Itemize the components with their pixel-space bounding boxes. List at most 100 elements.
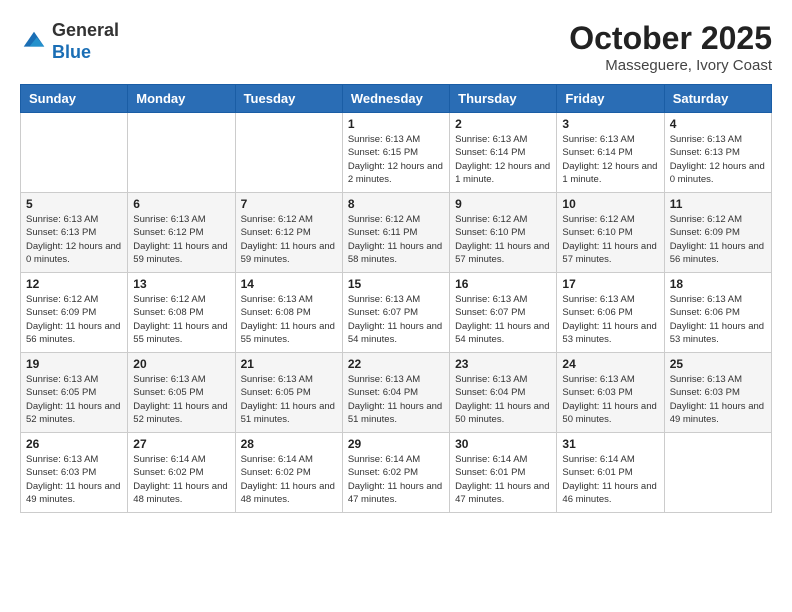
calendar-cell: 25Sunrise: 6:13 AM Sunset: 6:03 PM Dayli… [664, 353, 771, 433]
day-number: 31 [562, 437, 658, 451]
day-info: Sunrise: 6:13 AM Sunset: 6:08 PM Dayligh… [241, 293, 337, 346]
calendar-cell: 16 Sunrise: 6:13 AM Sunset: 6:07 PM Dayli… [450, 273, 557, 353]
day-info: Sunrise: 6:12 AM Sunset: 6:08 PM Dayligh… [133, 293, 229, 346]
day-info: Sunrise: 6:13 AM Sunset: 6:05 PM Dayligh… [26, 373, 122, 426]
day-info: Sunrise: 6:13 AM Sunset: 6:04 PM Dayligh… [455, 373, 551, 426]
calendar-cell: 7 Sunrise: 6:12 AM Sunset: 6:12 PM Daylig… [235, 193, 342, 273]
day-info: Sunrise: 6:14 AM Sunset: 6:01 PM Dayligh… [455, 453, 551, 506]
month-title: October 2025 [569, 20, 772, 57]
calendar-cell: 27 Sunrise: 6:14 AM Sunset: 6:02 PM Dayli… [128, 433, 235, 513]
day-number: 9 [455, 197, 551, 211]
calendar-cell [235, 113, 342, 193]
calendar-cell: 10 Sunrise: 6:12 AM Sunset: 6:10 PM Dayli… [557, 193, 664, 273]
day-number: 2 [455, 117, 551, 131]
day-number: 10 [562, 197, 658, 211]
calendar-cell: 28 Sunrise: 6:14 AM Sunset: 6:02 PM Dayli… [235, 433, 342, 513]
day-info: Sunrise: 6:13 AM Sunset: 6:05 PM Dayligh… [241, 373, 337, 426]
calendar-cell: 1 Sunrise: 6:13 AM Sunset: 6:15 PM Daylig… [342, 113, 449, 193]
day-number: 11 [670, 197, 766, 211]
day-info: Sunrise: 6:12 AM Sunset: 6:11 PM Dayligh… [348, 213, 444, 266]
day-info: Sunrise: 6:14 AM Sunset: 6:01 PM Dayligh… [562, 453, 658, 506]
day-info: Sunrise: 6:13 AM Sunset: 6:12 PM Dayligh… [133, 213, 229, 266]
day-number: 28 [241, 437, 337, 451]
calendar-week-row: 5 Sunrise: 6:13 AM Sunset: 6:13 PM Daylig… [21, 193, 772, 273]
day-number: 21 [241, 357, 337, 371]
day-number: 16 [455, 277, 551, 291]
day-number: 3 [562, 117, 658, 131]
day-number: 5 [26, 197, 122, 211]
calendar-cell: 9 Sunrise: 6:12 AM Sunset: 6:10 PM Daylig… [450, 193, 557, 273]
calendar-week-row: 19Sunrise: 6:13 AM Sunset: 6:05 PM Dayli… [21, 353, 772, 433]
calendar-cell [21, 113, 128, 193]
day-info: Sunrise: 6:13 AM Sunset: 6:04 PM Dayligh… [348, 373, 444, 426]
day-info: Sunrise: 6:12 AM Sunset: 6:10 PM Dayligh… [562, 213, 658, 266]
day-number: 24 [562, 357, 658, 371]
calendar-table: SundayMondayTuesdayWednesdayThursdayFrid… [20, 84, 772, 513]
day-info: Sunrise: 6:14 AM Sunset: 6:02 PM Dayligh… [133, 453, 229, 506]
calendar-cell: 4 Sunrise: 6:13 AM Sunset: 6:13 PM Daylig… [664, 113, 771, 193]
calendar-cell: 15Sunrise: 6:13 AM Sunset: 6:07 PM Dayli… [342, 273, 449, 353]
day-number: 26 [26, 437, 122, 451]
calendar-cell [128, 113, 235, 193]
calendar-cell: 22Sunrise: 6:13 AM Sunset: 6:04 PM Dayli… [342, 353, 449, 433]
day-info: Sunrise: 6:13 AM Sunset: 6:03 PM Dayligh… [26, 453, 122, 506]
day-number: 14 [241, 277, 337, 291]
location-subtitle: Masseguere, Ivory Coast [569, 57, 772, 74]
day-number: 12 [26, 277, 122, 291]
day-number: 7 [241, 197, 337, 211]
calendar-cell [664, 433, 771, 513]
day-number: 4 [670, 117, 766, 131]
day-number: 29 [348, 437, 444, 451]
day-info: Sunrise: 6:13 AM Sunset: 6:14 PM Dayligh… [455, 133, 551, 186]
day-info: Sunrise: 6:14 AM Sunset: 6:02 PM Dayligh… [241, 453, 337, 506]
calendar-cell: 8 Sunrise: 6:12 AM Sunset: 6:11 PM Daylig… [342, 193, 449, 273]
calendar-cell: 21 Sunrise: 6:13 AM Sunset: 6:05 PM Dayli… [235, 353, 342, 433]
day-info: Sunrise: 6:12 AM Sunset: 6:09 PM Dayligh… [670, 213, 766, 266]
day-info: Sunrise: 6:13 AM Sunset: 6:13 PM Dayligh… [670, 133, 766, 186]
day-info: Sunrise: 6:13 AM Sunset: 6:15 PM Dayligh… [348, 133, 444, 186]
calendar-cell: 14 Sunrise: 6:13 AM Sunset: 6:08 PM Dayli… [235, 273, 342, 353]
day-number: 17 [562, 277, 658, 291]
calendar-header-row: SundayMondayTuesdayWednesdayThursdayFrid… [21, 85, 772, 113]
calendar-cell: 17Sunrise: 6:13 AM Sunset: 6:06 PM Dayli… [557, 273, 664, 353]
calendar-cell: 11 Sunrise: 6:12 AM Sunset: 6:09 PM Dayli… [664, 193, 771, 273]
weekday-header: Monday [128, 85, 235, 113]
day-info: Sunrise: 6:12 AM Sunset: 6:09 PM Dayligh… [26, 293, 122, 346]
calendar-cell: 31 Sunrise: 6:14 AM Sunset: 6:01 PM Dayli… [557, 433, 664, 513]
day-info: Sunrise: 6:13 AM Sunset: 6:05 PM Dayligh… [133, 373, 229, 426]
day-number: 18 [670, 277, 766, 291]
weekday-header: Friday [557, 85, 664, 113]
calendar-cell: 2 Sunrise: 6:13 AM Sunset: 6:14 PM Daylig… [450, 113, 557, 193]
calendar-cell: 12 Sunrise: 6:12 AM Sunset: 6:09 PM Dayli… [21, 273, 128, 353]
calendar-cell: 24 Sunrise: 6:13 AM Sunset: 6:03 PM Dayli… [557, 353, 664, 433]
day-info: Sunrise: 6:12 AM Sunset: 6:12 PM Dayligh… [241, 213, 337, 266]
calendar-cell: 5 Sunrise: 6:13 AM Sunset: 6:13 PM Daylig… [21, 193, 128, 273]
day-number: 13 [133, 277, 229, 291]
calendar-cell: 20Sunrise: 6:13 AM Sunset: 6:05 PM Dayli… [128, 353, 235, 433]
day-number: 27 [133, 437, 229, 451]
day-number: 1 [348, 117, 444, 131]
calendar-week-row: 26 Sunrise: 6:13 AM Sunset: 6:03 PM Dayli… [21, 433, 772, 513]
day-info: Sunrise: 6:13 AM Sunset: 6:06 PM Dayligh… [670, 293, 766, 346]
page-header: General Blue October 2025 Masseguere, Iv… [20, 20, 772, 74]
day-info: Sunrise: 6:13 AM Sunset: 6:03 PM Dayligh… [562, 373, 658, 426]
weekday-header: Wednesday [342, 85, 449, 113]
logo-icon [20, 28, 48, 56]
logo-blue-text: Blue [52, 42, 119, 64]
day-number: 25 [670, 357, 766, 371]
day-info: Sunrise: 6:13 AM Sunset: 6:13 PM Dayligh… [26, 213, 122, 266]
day-info: Sunrise: 6:12 AM Sunset: 6:10 PM Dayligh… [455, 213, 551, 266]
calendar-cell: 30Sunrise: 6:14 AM Sunset: 6:01 PM Dayli… [450, 433, 557, 513]
calendar-cell: 13 Sunrise: 6:12 AM Sunset: 6:08 PM Dayli… [128, 273, 235, 353]
day-number: 8 [348, 197, 444, 211]
weekday-header: Sunday [21, 85, 128, 113]
calendar-cell: 19Sunrise: 6:13 AM Sunset: 6:05 PM Dayli… [21, 353, 128, 433]
logo: General Blue [20, 20, 119, 63]
calendar-cell: 23 Sunrise: 6:13 AM Sunset: 6:04 PM Dayli… [450, 353, 557, 433]
title-block: October 2025 Masseguere, Ivory Coast [569, 20, 772, 74]
weekday-header: Saturday [664, 85, 771, 113]
day-number: 23 [455, 357, 551, 371]
day-info: Sunrise: 6:13 AM Sunset: 6:14 PM Dayligh… [562, 133, 658, 186]
day-info: Sunrise: 6:13 AM Sunset: 6:07 PM Dayligh… [455, 293, 551, 346]
day-number: 6 [133, 197, 229, 211]
